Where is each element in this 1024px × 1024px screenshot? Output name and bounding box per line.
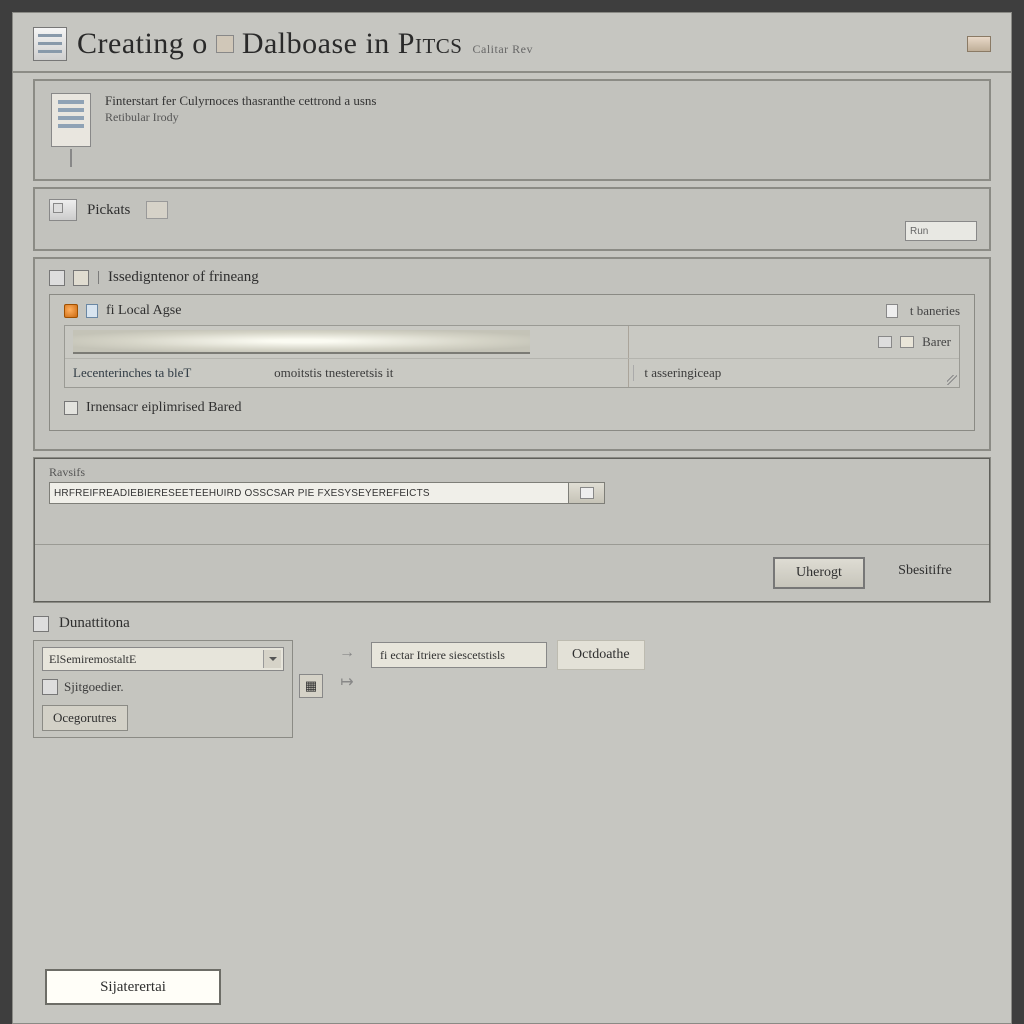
intro-panel: Finterstart fer Culyrnoces thasranthe ce…: [33, 79, 991, 181]
primary-button[interactable]: Uherogt: [773, 557, 865, 589]
secondary-button[interactable]: Sbesitifre: [879, 557, 971, 589]
grid-cell-b: omoitstis tnesteretsis it: [274, 365, 625, 381]
list-item-icon: [42, 679, 58, 695]
bottom-header-icon: [33, 616, 49, 632]
button-bar: Uherogt Sbesitifre: [35, 544, 989, 601]
arrow-right-icon[interactable]: →: [339, 644, 355, 662]
title-inline-icon: [216, 35, 234, 53]
create-button[interactable]: Octdoathe: [557, 640, 645, 670]
picks-label: Pickats: [87, 202, 130, 219]
checkbox-label: Irnensacr eiplimrised Bared: [86, 400, 242, 416]
grid-cell-c: t asseringiceap: [633, 365, 951, 381]
target-field[interactable]: fi ectar Itriere siescetstisls: [371, 642, 547, 668]
grid-tool-b-icon[interactable]: [900, 336, 914, 348]
header-icon-b[interactable]: [73, 270, 89, 286]
document-icon: [51, 93, 91, 147]
picks-panel: Pickats: [33, 187, 991, 251]
header-icon-a[interactable]: [49, 270, 65, 286]
tool-icon: ▦: [305, 678, 317, 694]
intro-subline: Retibular Irody: [105, 110, 376, 126]
arrow-right-alt-icon[interactable]: ↦: [340, 672, 353, 692]
list-item[interactable]: Sjitgoedier.: [42, 677, 284, 697]
type-select[interactable]: ElSemiremostaltE: [42, 647, 284, 671]
title-mid: Dalboase: [242, 27, 358, 61]
right-column: fi ectar Itriere siescetstisls Octdoathe: [371, 640, 645, 670]
field-header-row: fi Local Agse t baneries: [64, 303, 960, 319]
categories-button[interactable]: Ocegorutres: [42, 705, 128, 731]
doc-icon: [86, 304, 98, 318]
db-icon: [64, 304, 78, 318]
assignment-grid: Barer Lecenterinches ta bleT omoitstis t…: [64, 325, 960, 388]
grid-cell-a: Lecenterinches ta bleT: [73, 365, 266, 381]
resize-handle-icon[interactable]: [947, 375, 957, 385]
app-frame: Creating o Dalboase in Pitcs Calitar Rev…: [12, 12, 1012, 1024]
assignment-inner: fi Local Agse t baneries Barer Lecenteri…: [49, 294, 975, 431]
footer-button[interactable]: Sijaterertai: [45, 969, 221, 1005]
intro-connector-icon: [70, 149, 72, 167]
intro-line: Finterstart fer Culyrnoces thasranthe ce…: [105, 93, 376, 110]
bottom-body: ElSemiremostaltE Sjitgoedier. Ocegorutre…: [33, 640, 991, 738]
type-select-value: ElSemiremostaltE: [49, 652, 136, 667]
target-field-value: fi ectar Itriere siescetstisls: [380, 648, 505, 663]
title-prefix: Creating o: [77, 27, 208, 61]
checkbox-row[interactable]: Irnensacr eiplimrised Bared: [64, 400, 960, 416]
separator-icon: |: [97, 269, 100, 286]
bottom-section: Dunattitona ElSemiremostaltE Sjitgoedier…: [33, 615, 991, 738]
status-field[interactable]: [49, 482, 569, 504]
bottom-heading: Dunattitona: [59, 615, 130, 632]
assignment-header: | Issedigntenor of frineang: [49, 269, 975, 286]
transfer-arrows: → ↦: [339, 640, 355, 692]
grid-header-right-label: Barer: [922, 334, 951, 350]
page-subtitle: Calitar Rev: [472, 42, 532, 57]
assignment-heading: Issedigntenor of frineang: [108, 269, 259, 286]
intro-icon-group: [51, 93, 91, 167]
page-title: Creating o Dalboase in Pitcs Calitar Rev: [77, 27, 533, 61]
title-in: in: [365, 27, 389, 61]
left-stack: ElSemiremostaltE Sjitgoedier. Ocegorutre…: [33, 640, 293, 738]
folder-icon[interactable]: [49, 199, 77, 221]
file-icon: [886, 304, 898, 318]
status-panel: Ravsifs Uherogt Sbesitifre: [33, 457, 991, 603]
status-row: [49, 482, 975, 504]
checkbox[interactable]: [64, 401, 78, 415]
grid-row[interactable]: Lecenterinches ta bleT omoitstis tnester…: [65, 359, 959, 387]
local-field-label: fi Local Agse: [106, 303, 181, 319]
title-caps: Pitcs: [398, 27, 463, 61]
chevron-down-icon[interactable]: [263, 650, 281, 668]
status-browse-button[interactable]: [569, 482, 605, 504]
title-bar: Creating o Dalboase in Pitcs Calitar Rev: [13, 13, 1011, 73]
thumbnail-icon[interactable]: [146, 201, 168, 219]
browse-icon: [580, 487, 594, 499]
status-label: Ravsifs: [49, 465, 975, 480]
grid-header: Barer: [65, 326, 959, 359]
bottom-header: Dunattitona: [33, 615, 991, 632]
window-badge-icon: [967, 36, 991, 52]
right-column-label: t baneries: [910, 303, 960, 319]
side-tool-button[interactable]: ▦: [299, 674, 323, 698]
intro-text: Finterstart fer Culyrnoces thasranthe ce…: [105, 93, 376, 125]
list-item-label: Sjitgoedier.: [64, 679, 124, 695]
assignment-panel: | Issedigntenor of frineang fi Local Ags…: [33, 257, 991, 451]
left-column: ElSemiremostaltE Sjitgoedier. Ocegorutre…: [33, 640, 323, 738]
search-input[interactable]: [73, 330, 530, 354]
grid-tool-a-icon[interactable]: [878, 336, 892, 348]
app-icon: [33, 27, 67, 61]
picks-small-field[interactable]: [905, 221, 977, 241]
